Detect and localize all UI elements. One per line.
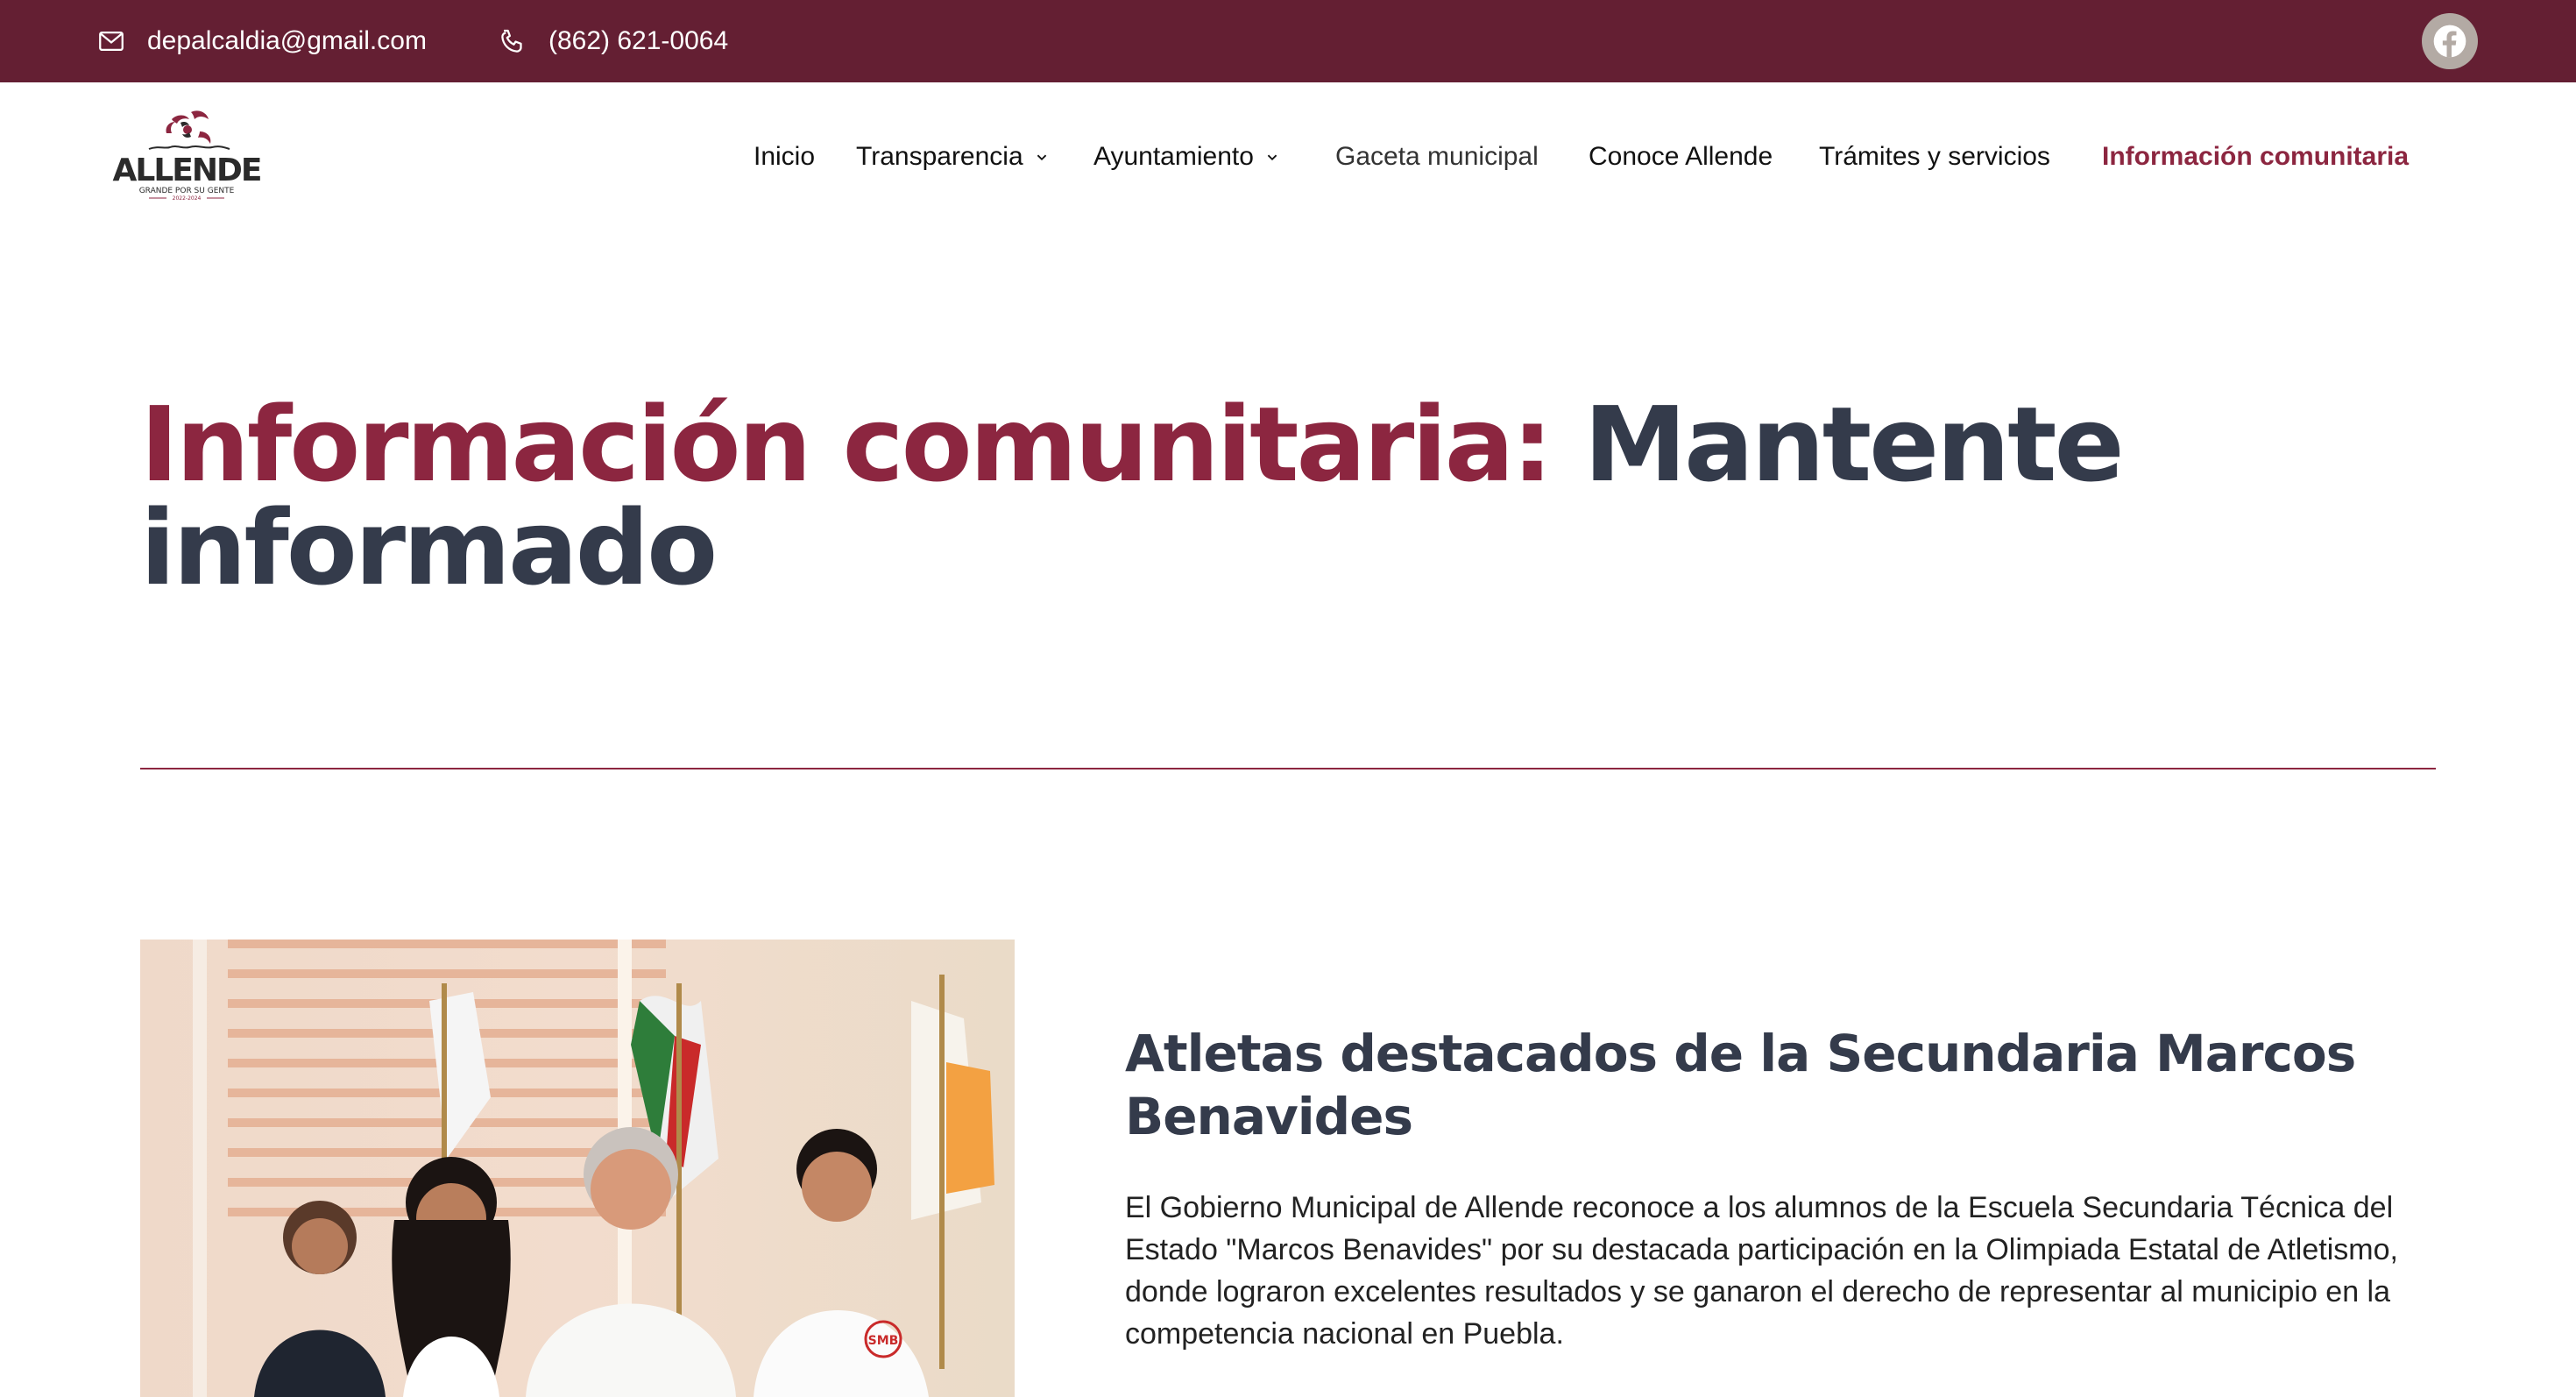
section-divider (140, 768, 2436, 769)
mail-icon (99, 31, 124, 52)
article-title[interactable]: Atletas destacados de la Secundaria Marc… (1125, 1022, 2439, 1148)
phone-icon (501, 29, 522, 53)
nav-tramites[interactable]: Trámites y servicios (1819, 135, 2050, 179)
nav-transparencia[interactable]: Transparencia (856, 135, 1051, 179)
email-contact[interactable]: depalcaldia@gmail.com (96, 0, 427, 82)
nav-informacion-comunitaria[interactable]: Información comunitaria (2102, 135, 2409, 179)
nav-conoce-label: Conoce Allende (1589, 142, 1773, 171)
phone-text: (862) 621-0064 (548, 26, 729, 55)
article-photo[interactable]: SMB (140, 940, 1015, 1397)
nav-inicio-label: Inicio (754, 142, 816, 171)
chevron-down-icon (1267, 154, 1277, 161)
top-contact-bar: depalcaldia@gmail.com (862) 621-0064 (0, 0, 2576, 82)
facebook-icon (2433, 25, 2466, 58)
chevron-down-icon (1037, 154, 1046, 161)
article-body: El Gobierno Municipal de Allende reconoc… (1125, 1191, 2398, 1351)
site-header: ALLENDE GRANDE POR SU GENTE 2022-2024 In… (0, 82, 2576, 230)
nav-transparencia-label: Transparencia (856, 142, 1023, 171)
phone-contact[interactable]: (862) 621-0064 (498, 0, 728, 82)
nav-gaceta-label: Gaceta municipal (1335, 142, 1539, 171)
email-text: depalcaldia@gmail.com (147, 26, 427, 55)
nav-tramites-label: Trámites y servicios (1819, 142, 2050, 171)
nav-conoce-allende[interactable]: Conoce Allende (1589, 135, 1773, 179)
nav-inicio[interactable]: Inicio (754, 135, 815, 179)
main-navigation: Inicio Transparencia Ayuntamiento Gaceta… (0, 82, 2576, 230)
article-card: Atletas destacados de la Secundaria Marc… (1125, 1022, 2439, 1355)
nav-ayuntamiento-label: Ayuntamiento (1093, 142, 1254, 171)
facebook-button[interactable] (2422, 13, 2478, 69)
nav-informacion-label: Información comunitaria (2102, 142, 2410, 171)
page-title: Información comunitaria: Mantente inform… (140, 393, 2243, 599)
students-photo: SMB (140, 940, 1015, 1397)
photo-badge-text: SMB (868, 1334, 899, 1348)
nav-gaceta-municipal[interactable]: Gaceta municipal (1335, 135, 1539, 179)
nav-ayuntamiento[interactable]: Ayuntamiento (1093, 135, 1282, 179)
